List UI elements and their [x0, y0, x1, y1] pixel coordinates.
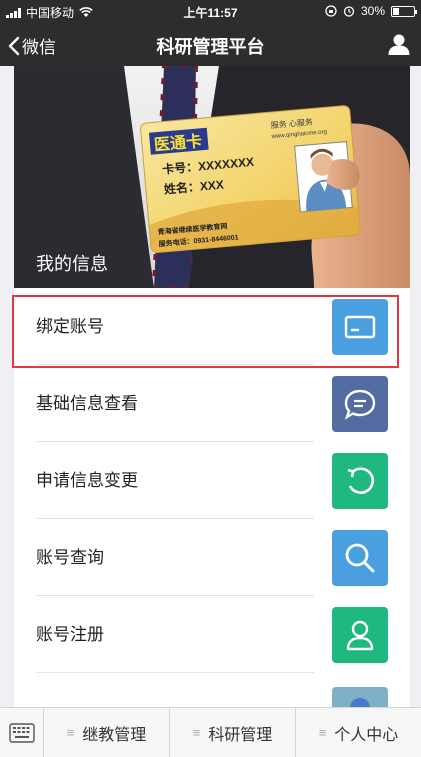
menu-item-label: 基础信息查看 — [36, 394, 138, 413]
user-profile-icon[interactable] — [387, 32, 411, 56]
status-bar: 中国移动 上午11:57 30% — [0, 0, 421, 22]
menu-item-bind-account[interactable]: 绑定账号 — [14, 288, 410, 365]
menu-list: 绑定账号 基础信息查看 申请信息变更 账号查询 账号注册 — [14, 288, 410, 707]
keyboard-icon — [8, 722, 35, 743]
banner-title: 我的信息 — [36, 254, 108, 274]
menu-lines-icon: ≡ — [318, 725, 327, 740]
tab-label: 继教管理 — [82, 726, 147, 744]
refresh-icon — [332, 453, 388, 509]
search-icon — [332, 530, 388, 586]
card-icon — [332, 299, 388, 355]
menu-item-basic-info[interactable]: 基础信息查看 — [14, 365, 410, 442]
nav-bar: 微信 科研管理平台 — [0, 22, 421, 66]
menu-lines-icon: ≡ — [192, 725, 201, 740]
menu-item-account-register[interactable]: 账号注册 — [14, 596, 410, 673]
menu-item-label: 账号注册 — [36, 625, 104, 644]
menu-item-label: 申请信息变更 — [36, 471, 138, 490]
more-icon — [332, 687, 388, 707]
menu-item-label: 账号查询 — [36, 548, 104, 567]
tab-personal-center[interactable]: ≡ 个人中心 — [296, 708, 421, 757]
rotation-lock-icon — [325, 5, 337, 17]
bottom-tab-bar: ≡ 继教管理 ≡ 科研管理 ≡ 个人中心 — [0, 707, 421, 757]
page-title: 科研管理平台 — [156, 37, 265, 57]
chat-bubble-icon — [332, 376, 388, 432]
tab-research-management[interactable]: ≡ 科研管理 — [170, 708, 296, 757]
banner: 医通卡 服务 心服务 www.qinghaicme.org 卡号：XXXXXXX… — [14, 66, 410, 288]
menu-item-info-change[interactable]: 申请信息变更 — [14, 442, 410, 519]
alarm-icon — [343, 6, 355, 17]
main-content: 医通卡 服务 心服务 www.qinghaicme.org 卡号：XXXXXXX… — [14, 66, 410, 707]
menu-item-partial[interactable] — [14, 673, 410, 707]
tab-label: 科研管理 — [208, 726, 273, 744]
keyboard-toggle-button[interactable] — [0, 708, 44, 757]
status-right: 30% — [325, 4, 417, 18]
menu-item-account-query[interactable]: 账号查询 — [14, 519, 410, 596]
battery-percent: 30% — [360, 4, 385, 18]
menu-lines-icon: ≡ — [66, 725, 75, 740]
battery-icon — [391, 5, 417, 17]
menu-item-label: 绑定账号 — [36, 317, 104, 336]
user-icon — [332, 607, 388, 663]
battery-fill — [393, 7, 399, 15]
tab-continuing-education[interactable]: ≡ 继教管理 — [44, 708, 170, 757]
tab-label: 个人中心 — [334, 726, 399, 744]
